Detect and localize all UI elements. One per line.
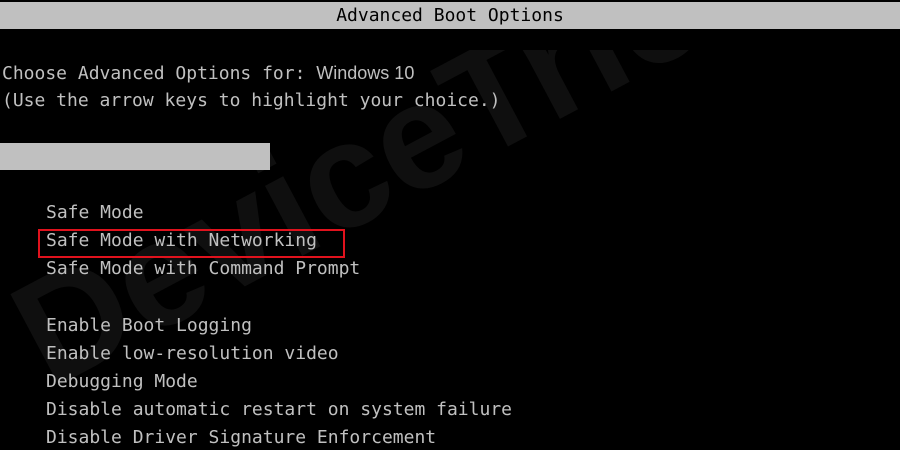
page-title: Advanced Boot Options (336, 5, 564, 26)
menu-item-enable-boot-logging[interactable]: Enable Boot Logging (46, 315, 252, 337)
intro-line: Choose Advanced Options for: Windows 10 (2, 62, 414, 84)
title-bar: Advanced Boot Options (0, 2, 900, 29)
menu-item-safe-mode-command-prompt[interactable]: Safe Mode with Command Prompt (46, 258, 360, 280)
os-name: Windows 10 (316, 63, 415, 83)
menu-item-disable-driver-signature[interactable]: Disable Driver Signature Enforcement (46, 427, 436, 449)
annotation-highlight-box (38, 229, 345, 258)
intro-prefix: Choose Advanced Options for: (2, 63, 317, 84)
menu-item-debugging-mode[interactable]: Debugging Mode (46, 371, 198, 393)
menu-item-low-resolution-video[interactable]: Enable low-resolution video (46, 343, 339, 365)
menu-item-label: Repair Your Computer (46, 173, 263, 194)
instruction-text: (Use the arrow keys to highlight your ch… (2, 90, 501, 111)
menu-item-repair-your-computer[interactable]: Repair Your Computer (0, 143, 270, 194)
menu-item-disable-auto-restart[interactable]: Disable automatic restart on system fail… (46, 399, 512, 421)
menu-item-safe-mode[interactable]: Safe Mode (46, 202, 144, 224)
